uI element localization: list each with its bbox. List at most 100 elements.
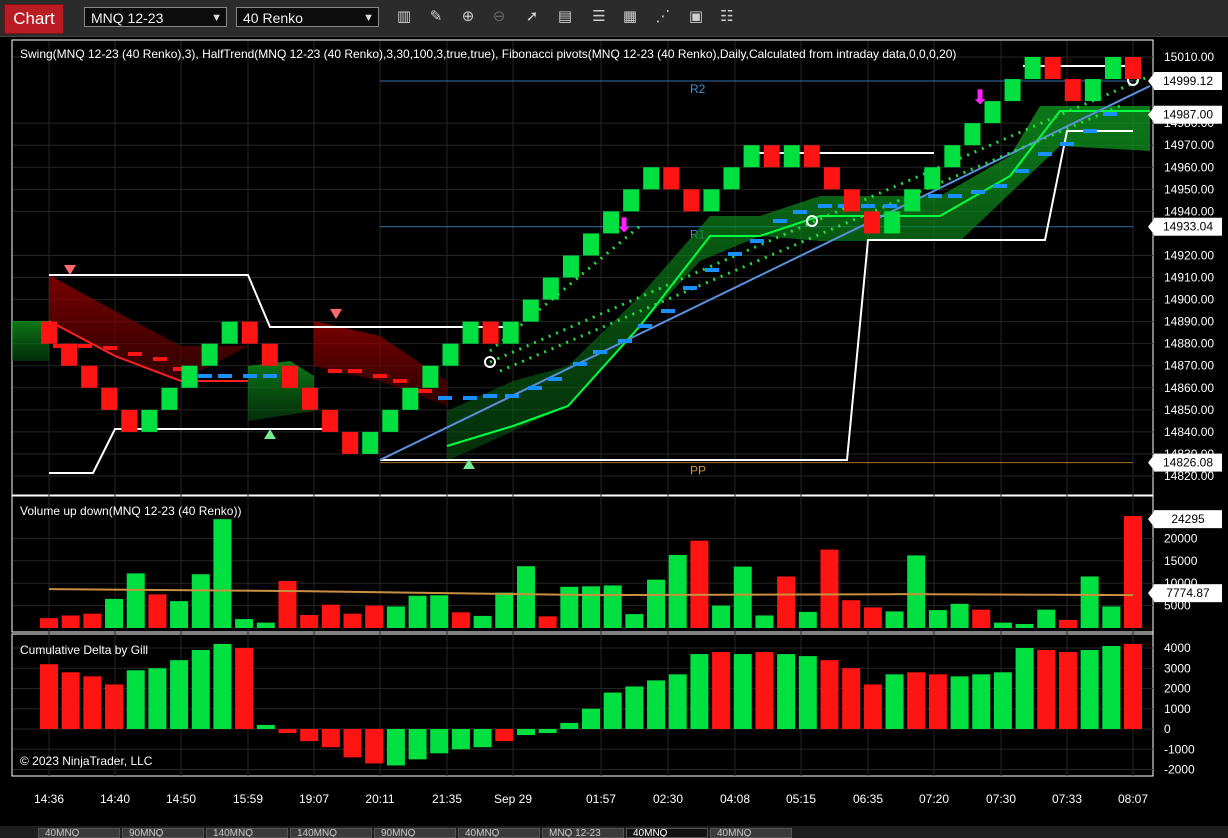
- halftrend-dash: [528, 386, 542, 390]
- delta-bar: [473, 729, 492, 748]
- halftrend-dash: [573, 362, 587, 366]
- halftrend-dash: [438, 396, 452, 400]
- volume-tick-label: 20000: [1164, 531, 1198, 545]
- volume-bar: [256, 622, 275, 628]
- renko-brick: [763, 145, 780, 168]
- halftrend-dash: [793, 210, 807, 214]
- instrument-tab[interactable]: 40MNQ: [38, 828, 120, 838]
- zoom-out-icon[interactable]: ⊖: [489, 7, 509, 27]
- renko-brick: [583, 233, 599, 256]
- renko-brick: [1125, 57, 1141, 80]
- delta-bar: [820, 660, 839, 729]
- price-flag-pointer: [1148, 453, 1155, 472]
- pointer-icon[interactable]: ➚: [522, 7, 542, 27]
- copyright-text: © 2023 NinjaTrader, LLC: [20, 754, 153, 768]
- time-tick-label: 07:20: [919, 792, 949, 806]
- renko-brick: [281, 365, 298, 388]
- delta-bar: [365, 729, 384, 764]
- delta-bar: [842, 668, 861, 729]
- volume-bar: [798, 611, 817, 628]
- renko-brick: [683, 189, 700, 212]
- halftrend-dash: [638, 324, 652, 328]
- renko-brick: [603, 211, 620, 234]
- delta-bar: [278, 729, 297, 734]
- volume-panel-label: Volume up down(MNQ 12-23 (40 Renko)): [20, 504, 241, 518]
- pivot-label: PP: [690, 464, 706, 478]
- chevron-down-icon: ▼: [363, 12, 374, 24]
- delta-bar: [668, 674, 687, 729]
- halftrend-dash: [661, 309, 675, 313]
- strategies-icon[interactable]: ⋰: [653, 7, 673, 27]
- renko-brick: [884, 211, 901, 234]
- instrument-tab[interactable]: 90MNQ: [122, 828, 204, 838]
- swing-low-line: [49, 428, 335, 474]
- delta-bar: [885, 674, 904, 729]
- halftrend-dash: [818, 204, 832, 208]
- halftrend-dash: [78, 344, 92, 348]
- renko-brick: [402, 387, 419, 410]
- halftrend-dash: [348, 369, 362, 373]
- halftrend-dash: [328, 369, 342, 373]
- instrument-tab[interactable]: 140MNQ: [290, 828, 372, 838]
- instrument-selector[interactable]: MNQ 12-23 ▼: [84, 7, 227, 27]
- delta-bar: [755, 652, 774, 729]
- price-tick-label: 14900.00: [1164, 293, 1214, 307]
- indicators-icon[interactable]: ▦: [620, 7, 640, 27]
- instrument-tab[interactable]: 90MNQ: [374, 828, 456, 838]
- halftrend-dash: [1015, 169, 1029, 173]
- price-tick-label: 14890.00: [1164, 315, 1214, 329]
- period-selector[interactable]: 40 Renko ▼: [236, 7, 379, 27]
- renko-brick: [181, 365, 198, 388]
- zoom-in-icon[interactable]: ⊕: [458, 7, 478, 27]
- halftrend-dash: [263, 374, 277, 378]
- volume-bar: [907, 555, 926, 628]
- time-tick-label: 02:30: [653, 792, 683, 806]
- delta-bar: [733, 654, 752, 729]
- instrument-tab[interactable]: 40MNQ: [626, 828, 708, 838]
- delta-bar: [972, 674, 991, 729]
- price-tick-label: 14950.00: [1164, 182, 1214, 196]
- chart-canvas[interactable]: R2R1PP⬇⬇› 15010.0014980.0014970.0014960.…: [0, 36, 1228, 826]
- renko-brick: [522, 299, 539, 322]
- volume-bar: [1058, 619, 1077, 628]
- instrument-tab[interactable]: 140MNQ: [206, 828, 288, 838]
- volume-bar: [820, 549, 839, 628]
- halftrend-dash: [928, 194, 942, 198]
- renko-brick: [442, 343, 459, 366]
- bar-type-icon[interactable]: ▥: [394, 7, 414, 27]
- instrument-tab[interactable]: 40MNQ: [710, 828, 792, 838]
- renko-brick: [723, 167, 740, 190]
- renko-brick: [562, 255, 579, 278]
- instrument-tab[interactable]: MNQ 12-23: [542, 828, 624, 838]
- halftrend-dash: [1103, 112, 1117, 116]
- properties-icon[interactable]: ☰: [589, 7, 609, 27]
- renko-brick: [301, 387, 318, 410]
- renko-brick: [743, 145, 760, 168]
- volume-bar: [603, 585, 622, 628]
- volume-bar: [343, 613, 362, 628]
- templates-icon[interactable]: ▣: [686, 7, 706, 27]
- data-box-icon[interactable]: ▤: [555, 7, 575, 27]
- renko-brick: [322, 409, 339, 432]
- list-icon[interactable]: ☷: [717, 7, 737, 27]
- volume-bar: [1124, 516, 1142, 628]
- renko-brick: [864, 211, 881, 234]
- price-tick-label: 14970.00: [1164, 138, 1214, 152]
- chart-window-tab[interactable]: Chart: [4, 4, 64, 34]
- halftrend-dash: [683, 286, 697, 290]
- renko-brick: [643, 167, 660, 190]
- instrument-tab[interactable]: 40MNQ: [458, 828, 540, 838]
- delta-bar: [777, 654, 796, 729]
- time-tick-label: 20:11: [365, 792, 394, 806]
- instrument-value: MNQ 12-23: [91, 10, 164, 26]
- renko-brick: [1044, 57, 1061, 80]
- delta-bar: [40, 664, 58, 729]
- halftrend-dash: [463, 396, 477, 400]
- delta-panel-label: Cumulative Delta by Gill: [20, 643, 148, 657]
- indicator-layer: R2R1PP⬇⬇›: [12, 56, 1151, 478]
- delta-tick-label: -2000: [1164, 763, 1195, 777]
- price-tick-label: 14880.00: [1164, 337, 1214, 351]
- volume-bar: [993, 622, 1012, 628]
- time-tick-label: 21:35: [432, 792, 462, 806]
- draw-pencil-icon[interactable]: ✎: [426, 7, 446, 27]
